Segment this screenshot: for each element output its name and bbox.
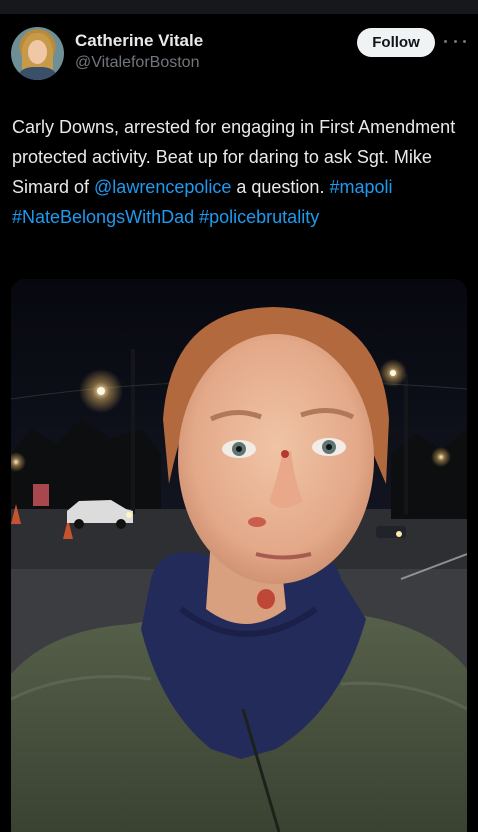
author-handle[interactable]: @VitaleforBoston (75, 54, 199, 72)
avatar[interactable] (11, 27, 64, 80)
avatar-face (28, 40, 47, 64)
tweet-text-part: a question. (231, 177, 330, 197)
avatar-shirt (19, 67, 56, 80)
hashtag-link[interactable]: #policebrutality (199, 207, 319, 227)
follow-button[interactable]: Follow (357, 28, 435, 57)
author-name[interactable]: Catherine Vitale (75, 31, 203, 51)
selfie-photo (11, 279, 467, 832)
tweet-media-photo[interactable] (11, 279, 467, 832)
more-dots-icon[interactable] (444, 34, 466, 48)
mention-link[interactable]: @lawrencepolice (94, 177, 231, 197)
tweet-text: Carly Downs, arrested for engaging in Fi… (12, 112, 467, 232)
status-bar (0, 0, 478, 14)
hashtag-link[interactable]: #NateBelongsWithDad (12, 207, 194, 227)
hashtag-link[interactable]: #mapoli (329, 177, 392, 197)
